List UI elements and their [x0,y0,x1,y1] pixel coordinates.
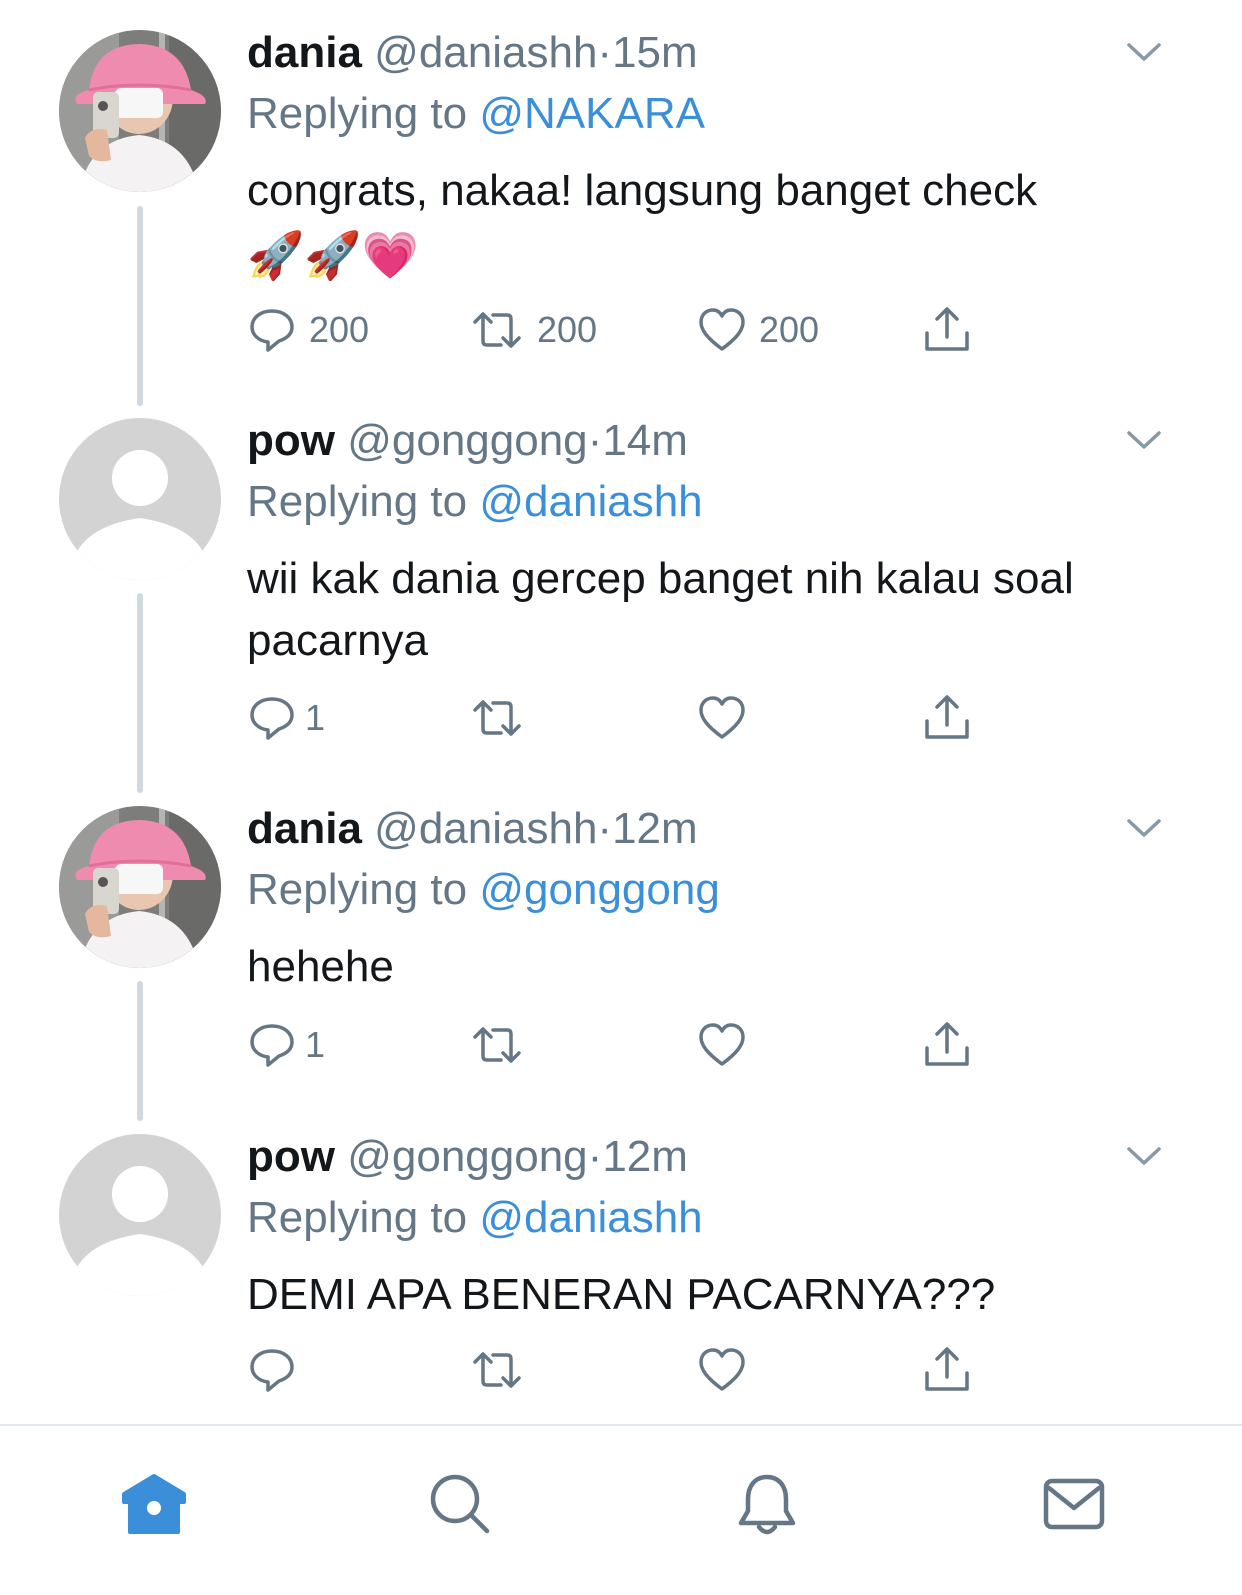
like-button[interactable] [697,1345,759,1395]
tweet-header: dania @daniashh·15m [247,26,698,80]
share-icon [925,307,969,351]
tab-search[interactable] [420,1464,500,1544]
retweet-count: 200 [537,309,598,350]
reply-count: 1 [305,1024,326,1065]
timestamp[interactable]: 15m [612,28,698,77]
replying-to: Replying to @NAKARA [247,87,705,141]
tab-messages[interactable] [1034,1464,1114,1544]
thread-line [137,206,143,406]
chevron-down-icon[interactable] [1126,428,1162,452]
replying-to: Replying to @daniashh [247,475,703,529]
tab-home[interactable] [114,1464,194,1544]
replying-to-label: Replying to [247,477,468,526]
replying-to-link[interactable]: @daniashh [479,477,702,526]
tweet-text: hehehe [247,942,394,991]
timestamp[interactable]: 12m [602,1132,688,1181]
share-icon [925,1347,969,1391]
like-count: 200 [759,309,820,350]
replying-to-link[interactable]: @daniashh [479,1193,702,1242]
share-button[interactable] [922,305,972,355]
avatar[interactable] [59,30,221,192]
replying-to-link[interactable]: @NAKARA [479,89,705,138]
replying-to-label: Replying to [247,1193,468,1242]
retweet-button[interactable]: 200 [469,305,597,355]
tweet-header: pow @gonggong·14m [247,414,688,468]
share-button[interactable] [922,1345,972,1395]
tab-bar [0,1426,1242,1595]
replying-to: Replying to @gonggong [247,863,720,917]
search-icon [430,1474,490,1534]
heart-icon [699,308,745,351]
bell-icon [738,1474,796,1535]
home-icon [122,1474,186,1534]
avatar[interactable] [59,418,221,580]
tweet-actions: 1 [247,1020,1007,1070]
tweet-emoji: 🚀🚀💗 [247,229,419,281]
retweet-button[interactable] [469,693,537,743]
heart-icon [699,1023,745,1066]
display-name[interactable]: pow [247,1132,335,1181]
tweet-text: DEMI APA BENERAN PACARNYA??? [247,1270,996,1319]
replying-to-label: Replying to [247,865,468,914]
chevron-down-icon[interactable] [1126,40,1162,64]
separator-dot: · [587,416,603,465]
chevron-down-icon[interactable] [1126,816,1162,840]
like-button[interactable] [697,693,759,743]
username[interactable]: @gonggong [347,1132,587,1181]
retweet-icon [473,1352,521,1388]
reply-icon [250,309,294,352]
tab-notifications[interactable] [727,1464,807,1544]
retweet-icon [473,1027,521,1063]
reply-button[interactable]: 1 [247,1020,325,1070]
retweet-icon [473,312,521,348]
share-icon [925,1022,969,1066]
share-icon [925,695,969,739]
reply-icon [250,1349,294,1392]
retweet-button[interactable] [469,1020,537,1070]
like-button[interactable] [697,1020,759,1070]
thread-line [137,593,143,793]
share-button[interactable] [922,1020,972,1070]
avatar[interactable] [59,1134,221,1296]
username[interactable]: @gonggong [347,416,587,465]
mail-icon [1043,1478,1105,1530]
replying-to: Replying to @daniashh [247,1191,703,1245]
avatar[interactable] [59,806,221,968]
separator-dot: · [587,1132,603,1181]
display-name[interactable]: pow [247,416,335,465]
timestamp[interactable]: 12m [612,804,698,853]
tweet-text: wii kak dania gercep banget nih kalau so… [247,554,1074,665]
replying-to-label: Replying to [247,89,468,138]
thread-line [137,981,143,1121]
reply-button[interactable]: 1 [247,693,325,743]
display-name[interactable]: dania [247,28,362,77]
username[interactable]: @daniashh [374,28,597,77]
share-button[interactable] [922,693,972,743]
tweet-header: dania @daniashh·12m [247,802,698,856]
reply-icon [250,697,294,740]
heart-icon [699,1348,745,1391]
tweet-actions [247,1345,1007,1395]
tweet-actions: 200 200 200 [247,305,1007,355]
display-name[interactable]: dania [247,804,362,853]
tweet-text: congrats, nakaa! langsung banget check 🚀… [247,160,1167,288]
separator-dot: · [597,28,613,77]
reply-icon [250,1024,294,1067]
reply-button[interactable] [247,1345,309,1395]
tweet-header: pow @gonggong·12m [247,1130,688,1184]
replying-to-link[interactable]: @gonggong [479,865,719,914]
retweet-button[interactable] [469,1345,537,1395]
reply-count: 1 [305,697,326,738]
username[interactable]: @daniashh [374,804,597,853]
retweet-icon [473,700,521,736]
like-button[interactable]: 200 [697,305,819,355]
reply-button[interactable]: 200 [247,305,369,355]
separator-dot: · [597,804,613,853]
timestamp[interactable]: 14m [602,416,688,465]
reply-count: 200 [309,309,370,350]
tweet-text-line: congrats, nakaa! langsung banget check [247,166,1038,215]
heart-icon [699,696,745,739]
tweet-actions: 1 [247,693,1007,743]
chevron-down-icon[interactable] [1126,1144,1162,1168]
